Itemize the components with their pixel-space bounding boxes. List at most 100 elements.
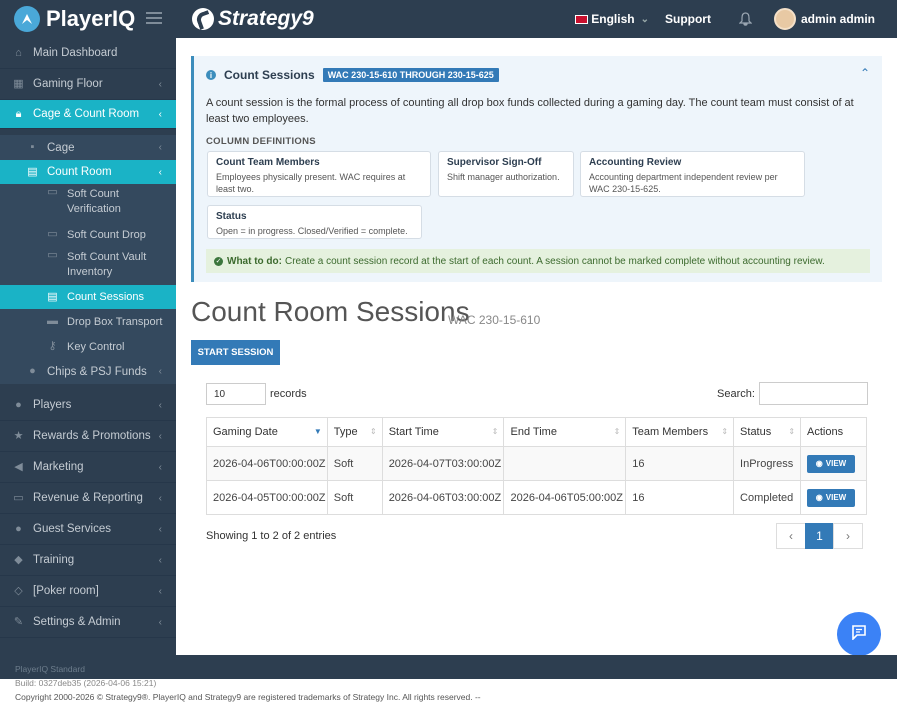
truck-icon: ▬	[47, 315, 58, 327]
main-content: i Count Sessions WAC 230-15-610 THROUGH …	[176, 38, 897, 656]
column-header-start-time[interactable]: Start Time ⇕	[381, 417, 505, 447]
users-icon: ●	[15, 522, 22, 535]
cell-start-time: 2026-04-07T03:00:00Z	[381, 446, 505, 481]
sidebar-item-soft-count-verification[interactable]: ▭ Soft Count Verification	[0, 184, 176, 222]
eye-icon: ◉	[815, 493, 823, 502]
sidebar-item-chips-psj-funds[interactable]: ● Chips & PSJ Funds ‹	[0, 359, 176, 384]
bell-icon[interactable]	[738, 12, 753, 26]
start-session-button[interactable]: START SESSION	[191, 340, 280, 365]
sidebar-item-marketing[interactable]: ◀ Marketing ‹	[0, 452, 176, 483]
user-icon: ●	[15, 398, 22, 411]
column-header-team-members[interactable]: Team Members ⇕	[625, 417, 735, 447]
page-1-button[interactable]: 1	[805, 523, 834, 549]
wac-badge: WAC 230-15-610 THROUGH 230-15-625	[322, 68, 499, 82]
next-page-button[interactable]: ›	[833, 523, 863, 549]
sidebar-item-guest-services[interactable]: ● Guest Services ‹	[0, 514, 176, 545]
sidebar-item-main-dashboard[interactable]: ⌂ Main Dashboard	[0, 38, 176, 69]
sidebar-item-gaming-floor[interactable]: ▦ Gaming Floor ‹	[0, 69, 176, 100]
strategy9-swirl-icon	[192, 8, 214, 30]
sort-icon: ⇕	[613, 427, 621, 436]
records-per-page-select[interactable]: 10	[206, 383, 266, 405]
sidebar-item-soft-count-drop[interactable]: ▭ Soft Count Drop	[0, 222, 176, 247]
money-icon: ▭	[47, 249, 58, 261]
support-link[interactable]: Support	[665, 12, 711, 26]
chat-icon	[851, 625, 867, 643]
sessions-table: Gaming Date ▼ Type ⇕ Start Time ⇕ End Time ⇕…	[206, 417, 867, 515]
sidebar-item-players[interactable]: ● Players ‹	[0, 390, 176, 421]
lock-icon: ▪	[30, 141, 35, 153]
definition-text: Shift manager authorization.	[447, 171, 560, 182]
todo-text: Create a count session record at the sta…	[284, 255, 825, 267]
definition-card: Accounting Review Accounting department …	[580, 151, 805, 197]
sidebar-item-cage-count-room[interactable]: 🔒︎ Cage & Count Room ‹	[0, 100, 176, 129]
previous-page-button[interactable]: ‹	[776, 523, 806, 549]
sidebar-item-rewards-promotions[interactable]: ★ Rewards & Promotions ‹	[0, 421, 176, 452]
info-description: A count session is the formal process of…	[206, 97, 854, 125]
page-title: Count Room Sessions	[191, 296, 470, 327]
table-info: Showing 1 to 2 of 2 entries	[206, 530, 337, 542]
column-header-status[interactable]: Status ⇕	[733, 417, 802, 447]
cell-status: InProgress	[733, 446, 802, 481]
cell-team-members: 16	[625, 480, 735, 515]
records-label: records	[270, 388, 307, 400]
info-panel: i Count Sessions WAC 230-15-610 THROUGH …	[191, 56, 882, 282]
collapse-chevron-up-icon[interactable]: ⌃	[860, 66, 870, 80]
check-circle-icon: ✓	[214, 256, 223, 266]
wrench-icon: ✎	[13, 615, 24, 628]
cell-end-time: 2026-04-06T05:00:00Z	[503, 480, 627, 515]
info-panel-title: Count Sessions	[224, 68, 315, 82]
cell-actions: ◉ VIEW	[800, 446, 867, 481]
lock-icon: 🔒︎	[15, 107, 22, 120]
definition-text: Accounting department independent review…	[589, 171, 778, 194]
search-input[interactable]	[758, 382, 868, 405]
chevron-left-icon: ‹	[158, 523, 162, 535]
cell-status: Completed	[733, 480, 802, 515]
what-to-do-note: ✓ What to do: Create a count session rec…	[206, 249, 870, 273]
star-icon: ★	[13, 429, 24, 442]
definition-term: Accounting Review	[589, 157, 682, 168]
language-selector[interactable]: English	[591, 12, 634, 26]
sidebar-item-training[interactable]: ◆ Training ‹	[0, 545, 176, 576]
avatar[interactable]	[773, 8, 796, 30]
chevron-down-icon: ⌄	[640, 13, 649, 25]
sort-icon: ⇕	[491, 427, 499, 436]
sidebar-item-poker-room[interactable]: ◇ [Poker room] ‹	[0, 576, 176, 607]
money-icon: ▭	[47, 228, 58, 240]
view-button[interactable]: ◉ VIEW	[807, 454, 856, 473]
sidebar-item-key-control[interactable]: ⚷ Key Control	[0, 334, 176, 359]
graduation-cap-icon: ◆	[14, 553, 23, 566]
diamond-icon: ◇	[14, 584, 23, 597]
sidebar-item-revenue-reporting[interactable]: ▭ Revenue & Reporting ‹	[0, 483, 176, 514]
sort-icon: ⇕	[788, 427, 796, 436]
brand-name: PlayerIQ	[46, 6, 136, 31]
sidebar-item-cage[interactable]: ▪ Cage ‹	[0, 135, 176, 160]
column-header-type[interactable]: Type ⇕	[326, 417, 383, 447]
view-button[interactable]: ◉ VIEW	[807, 488, 856, 507]
definition-term: Count Team Members	[216, 157, 320, 168]
column-header-end-time[interactable]: End Time ⇕	[503, 417, 627, 447]
sidebar: ⌂ Main Dashboard ▦ Gaming Floor ‹ 🔒︎ Cage & …	[0, 38, 176, 655]
sidebar-item-soft-count-vault-inventory[interactable]: ▭ Soft Count Vault Inventory	[0, 247, 176, 285]
definition-text: Open = in progress. Closed/Verified = co…	[216, 225, 408, 236]
chat-button[interactable]	[837, 612, 881, 656]
user-name[interactable]: admin admin	[801, 12, 875, 26]
home-icon: ⌂	[15, 46, 22, 59]
cell-team-members: 16	[625, 446, 735, 481]
calculator-icon: ▤	[47, 290, 58, 303]
sidebar-item-count-sessions[interactable]: ▤ Count Sessions	[0, 285, 176, 309]
sidebar-item-settings-admin[interactable]: ✎ Settings & Admin ‹	[0, 607, 176, 638]
sort-desc-icon: ▼	[313, 427, 322, 436]
pagination: ‹ 1 ›	[776, 523, 863, 549]
cell-type: Soft	[326, 480, 383, 515]
chevron-left-icon: ‹	[158, 492, 162, 504]
column-header-gaming-date[interactable]: Gaming Date ▼	[206, 417, 328, 447]
chevron-left-icon: ‹	[158, 142, 162, 153]
sidebar-item-drop-box-transport[interactable]: ▬ Drop Box Transport	[0, 309, 176, 334]
build-label: Build: 0327deb35 (2026-04-06 15:21)	[15, 678, 157, 688]
cell-start-time: 2026-04-06T03:00:00Z	[381, 480, 505, 515]
menu-toggle-icon[interactable]	[146, 12, 162, 25]
sidebar-item-count-room[interactable]: ▤ Count Room ‹	[0, 160, 176, 184]
table-row: 2026-04-05T00:00:00Z Soft 2026-04-06T03:…	[206, 480, 867, 515]
table-header-row: Gaming Date ▼ Type ⇕ Start Time ⇕ End Time ⇕…	[206, 417, 867, 447]
playeriq-logo-icon	[14, 6, 40, 32]
